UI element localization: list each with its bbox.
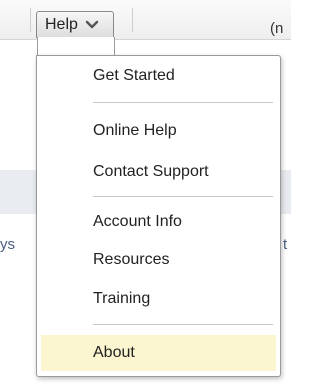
- menu-item-label: Account Info: [93, 213, 182, 230]
- menu-item-label: Online Help: [93, 122, 177, 139]
- menu-separator: [93, 102, 273, 103]
- menu-item-label: Resources: [93, 251, 170, 268]
- toolbar-right-text: (n: [270, 20, 284, 37]
- help-dropdown-menu: Get Started Online Help Contact Support …: [36, 55, 281, 377]
- menu-item-about[interactable]: About: [41, 335, 276, 371]
- toolbar-divider: [132, 8, 133, 32]
- menu-item-contact-support[interactable]: Contact Support: [41, 156, 276, 188]
- menu-item-online-help[interactable]: Online Help: [41, 115, 276, 147]
- help-menu-button[interactable]: Help: [36, 11, 114, 38]
- menu-separator: [93, 324, 273, 325]
- toolbar-divider: [30, 8, 31, 32]
- menu-item-resources[interactable]: Resources: [41, 244, 276, 276]
- chevron-down-icon: [85, 20, 99, 29]
- menu-item-label: About: [93, 344, 135, 361]
- menu-top-join: [37, 37, 115, 57]
- help-menu-label: Help: [45, 16, 78, 33]
- background-text-right: t: [283, 236, 288, 253]
- menu-separator: [93, 196, 273, 197]
- menu-item-label: Get Started: [93, 67, 175, 84]
- menu-item-training[interactable]: Training: [41, 283, 276, 315]
- background-text-left: ys: [0, 236, 15, 253]
- menu-item-account-info[interactable]: Account Info: [41, 206, 276, 238]
- menu-item-get-started[interactable]: Get Started: [41, 60, 276, 92]
- menu-item-label: Training: [93, 290, 151, 307]
- menu-item-label: Contact Support: [93, 163, 209, 180]
